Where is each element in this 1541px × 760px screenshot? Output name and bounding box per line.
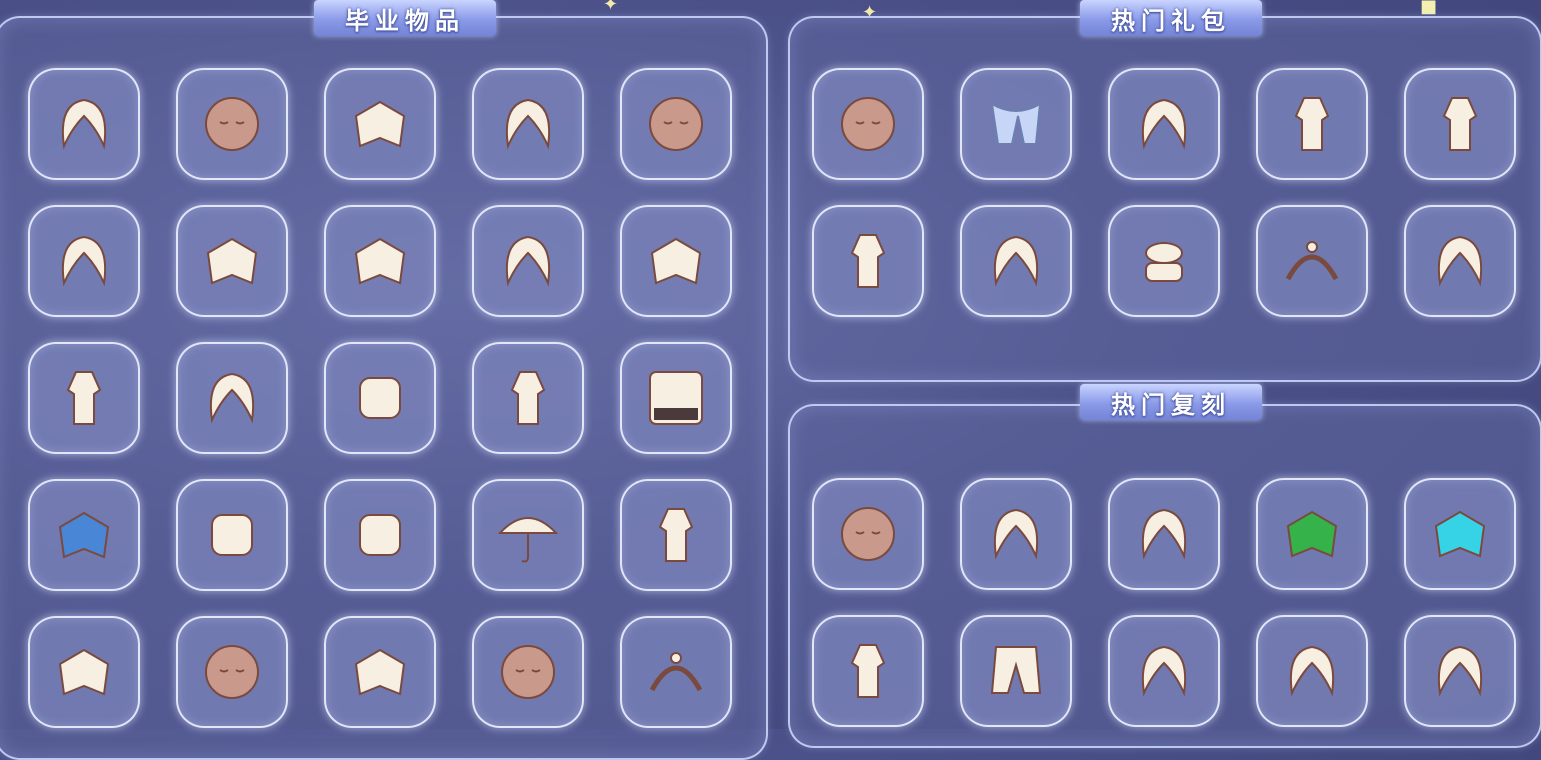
item-slot[interactable] <box>1404 478 1516 590</box>
item-slot[interactable] <box>620 68 732 180</box>
outfit-icon <box>658 508 694 562</box>
hair-icon <box>994 235 1038 287</box>
item-slot[interactable] <box>960 615 1072 727</box>
item-slot[interactable] <box>812 68 924 180</box>
hair-icon <box>62 235 106 287</box>
item-slot[interactable] <box>472 205 584 317</box>
item-slot[interactable] <box>1404 68 1516 180</box>
item-slot[interactable] <box>1404 205 1516 317</box>
prop-icon <box>359 377 401 419</box>
item-slot[interactable] <box>1108 478 1220 590</box>
item-slot[interactable] <box>176 68 288 180</box>
hair-icon <box>1142 645 1186 697</box>
mask-icon <box>841 507 895 561</box>
outfit-icon <box>850 644 886 698</box>
piano-icon <box>649 371 703 425</box>
outfit-icon <box>510 371 546 425</box>
hot-packs-title: 热门礼包 <box>1080 0 1262 36</box>
item-slot[interactable] <box>1256 205 1368 317</box>
hair-icon <box>1142 98 1186 150</box>
cape-icon <box>354 237 406 285</box>
cape-icon <box>58 648 110 696</box>
item-slot[interactable] <box>960 478 1072 590</box>
item-slot[interactable] <box>472 616 584 728</box>
item-slot[interactable] <box>176 479 288 591</box>
hair-icon <box>210 372 254 424</box>
hot-reruns-title: 热门复刻 <box>1080 384 1262 420</box>
hair-icon <box>1290 645 1334 697</box>
item-slot[interactable] <box>324 68 436 180</box>
mask-icon <box>205 97 259 151</box>
cape-icon <box>1434 510 1486 558</box>
cape-icon <box>58 511 110 559</box>
item-slot[interactable] <box>620 616 732 728</box>
graduation-items-title: 毕业物品 <box>314 0 496 36</box>
item-slot[interactable] <box>1108 205 1220 317</box>
cape-icon <box>354 100 406 148</box>
item-slot[interactable] <box>324 616 436 728</box>
mask-icon <box>205 645 259 699</box>
item-slot[interactable] <box>472 68 584 180</box>
hair-icon <box>62 98 106 150</box>
item-slot[interactable] <box>28 616 140 728</box>
item-slot[interactable] <box>28 68 140 180</box>
item-slot[interactable] <box>176 342 288 454</box>
scarf-icon <box>990 102 1042 145</box>
hat-icon <box>1145 242 1183 282</box>
item-slot[interactable] <box>1256 615 1368 727</box>
mask-icon <box>501 645 555 699</box>
mask-icon <box>841 97 895 151</box>
hair-icon <box>506 235 550 287</box>
sparkle-icon: ■ <box>1420 0 1438 17</box>
item-slot[interactable] <box>1256 68 1368 180</box>
item-slot[interactable] <box>472 342 584 454</box>
item-slot[interactable] <box>620 205 732 317</box>
cape-icon <box>1286 510 1338 558</box>
item-slot[interactable] <box>28 479 140 591</box>
hair-icon <box>994 508 1038 560</box>
outfit-icon <box>66 371 102 425</box>
item-slot[interactable] <box>176 616 288 728</box>
hair-icon <box>1142 508 1186 560</box>
item-slot[interactable] <box>176 205 288 317</box>
outfit-icon <box>850 234 886 288</box>
pants-icon <box>990 646 1042 694</box>
item-slot[interactable] <box>324 479 436 591</box>
item-slot[interactable] <box>960 205 1072 317</box>
item-slot[interactable] <box>620 479 732 591</box>
item-slot[interactable] <box>620 342 732 454</box>
headpiece-icon <box>649 652 703 692</box>
hair-icon <box>1438 235 1482 287</box>
prop-icon <box>359 514 401 556</box>
prop-icon <box>211 514 253 556</box>
item-slot[interactable] <box>472 479 584 591</box>
hair-icon <box>506 98 550 150</box>
outfit-icon <box>1442 97 1478 151</box>
item-slot[interactable] <box>812 205 924 317</box>
item-slot[interactable] <box>1404 615 1516 727</box>
mask-icon <box>649 97 703 151</box>
cape-icon <box>354 648 406 696</box>
hair-icon <box>1438 645 1482 697</box>
umbrella-icon <box>497 517 559 563</box>
item-slot[interactable] <box>28 205 140 317</box>
item-slot[interactable] <box>812 478 924 590</box>
item-slot[interactable] <box>324 205 436 317</box>
item-slot[interactable] <box>1108 615 1220 727</box>
cape-icon <box>650 237 702 285</box>
item-slot[interactable] <box>812 615 924 727</box>
item-slot[interactable] <box>960 68 1072 180</box>
item-slot[interactable] <box>324 342 436 454</box>
item-slot[interactable] <box>1256 478 1368 590</box>
item-slot[interactable] <box>28 342 140 454</box>
sparkle-icon: ✦ <box>603 0 619 15</box>
cape-icon <box>206 237 258 285</box>
item-slot[interactable] <box>1108 68 1220 180</box>
outfit-icon <box>1294 97 1330 151</box>
headpiece-icon <box>1285 241 1339 281</box>
